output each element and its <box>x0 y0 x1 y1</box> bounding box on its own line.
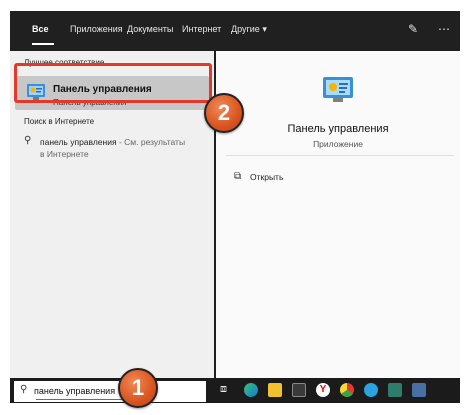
search-input[interactable]: панель управления <box>34 386 115 396</box>
store-icon[interactable] <box>292 383 306 397</box>
open-icon: ⧉ <box>234 171 242 182</box>
monitor-app-icon[interactable] <box>412 383 426 397</box>
task-view-icon[interactable]: ⧈ <box>220 382 227 396</box>
step-callout-1: 1 <box>118 368 158 408</box>
control-panel-large-icon <box>323 77 353 102</box>
search-tabs-bar: Все Приложения Документы Интернет Другие… <box>10 11 460 51</box>
more-icon[interactable]: ⋯ <box>438 23 450 35</box>
edge-icon[interactable] <box>244 383 258 397</box>
preview-pane: Панель управления Приложение ⧉ Открыть <box>216 51 460 378</box>
preview-subtitle: Приложение <box>313 139 363 149</box>
open-action-label: Открыть <box>250 172 284 182</box>
web-suffix: - См. результаты <box>116 137 186 147</box>
active-tab-indicator <box>32 43 54 45</box>
telegram-icon[interactable] <box>364 383 378 397</box>
tab-all[interactable]: Все <box>32 24 49 34</box>
taskbar: ⚲ панель управления ⧈ Y <box>10 378 460 403</box>
taskbar-search-box[interactable]: ⚲ панель управления <box>14 381 206 402</box>
web-search-heading: Поиск в Интернете <box>24 117 95 126</box>
web-query: панель управления <box>40 137 117 147</box>
tab-internet[interactable]: Интернет <box>182 24 221 34</box>
image-app-icon[interactable] <box>388 383 402 397</box>
tab-apps[interactable]: Приложения <box>70 24 123 34</box>
chrome-icon[interactable] <box>340 383 354 397</box>
search-icon: ⚲ <box>20 384 28 395</box>
tab-other[interactable]: Другие ▾ <box>231 24 267 35</box>
preview-divider <box>226 155 454 156</box>
explorer-icon[interactable] <box>268 383 282 397</box>
feedback-icon[interactable]: ✎ <box>408 23 418 35</box>
web-suffix-line2: в Интернете <box>40 149 89 159</box>
tab-documents[interactable]: Документы <box>127 24 173 34</box>
web-search-text: панель управления - См. результаты в Инт… <box>40 136 210 160</box>
preview-title: Панель управления <box>287 123 389 135</box>
yandex-icon[interactable]: Y <box>316 383 330 397</box>
step-callout-2: 2 <box>204 93 244 133</box>
search-icon: ⚲ <box>24 135 32 146</box>
best-match-highlight <box>14 63 212 103</box>
search-underline <box>36 399 126 400</box>
